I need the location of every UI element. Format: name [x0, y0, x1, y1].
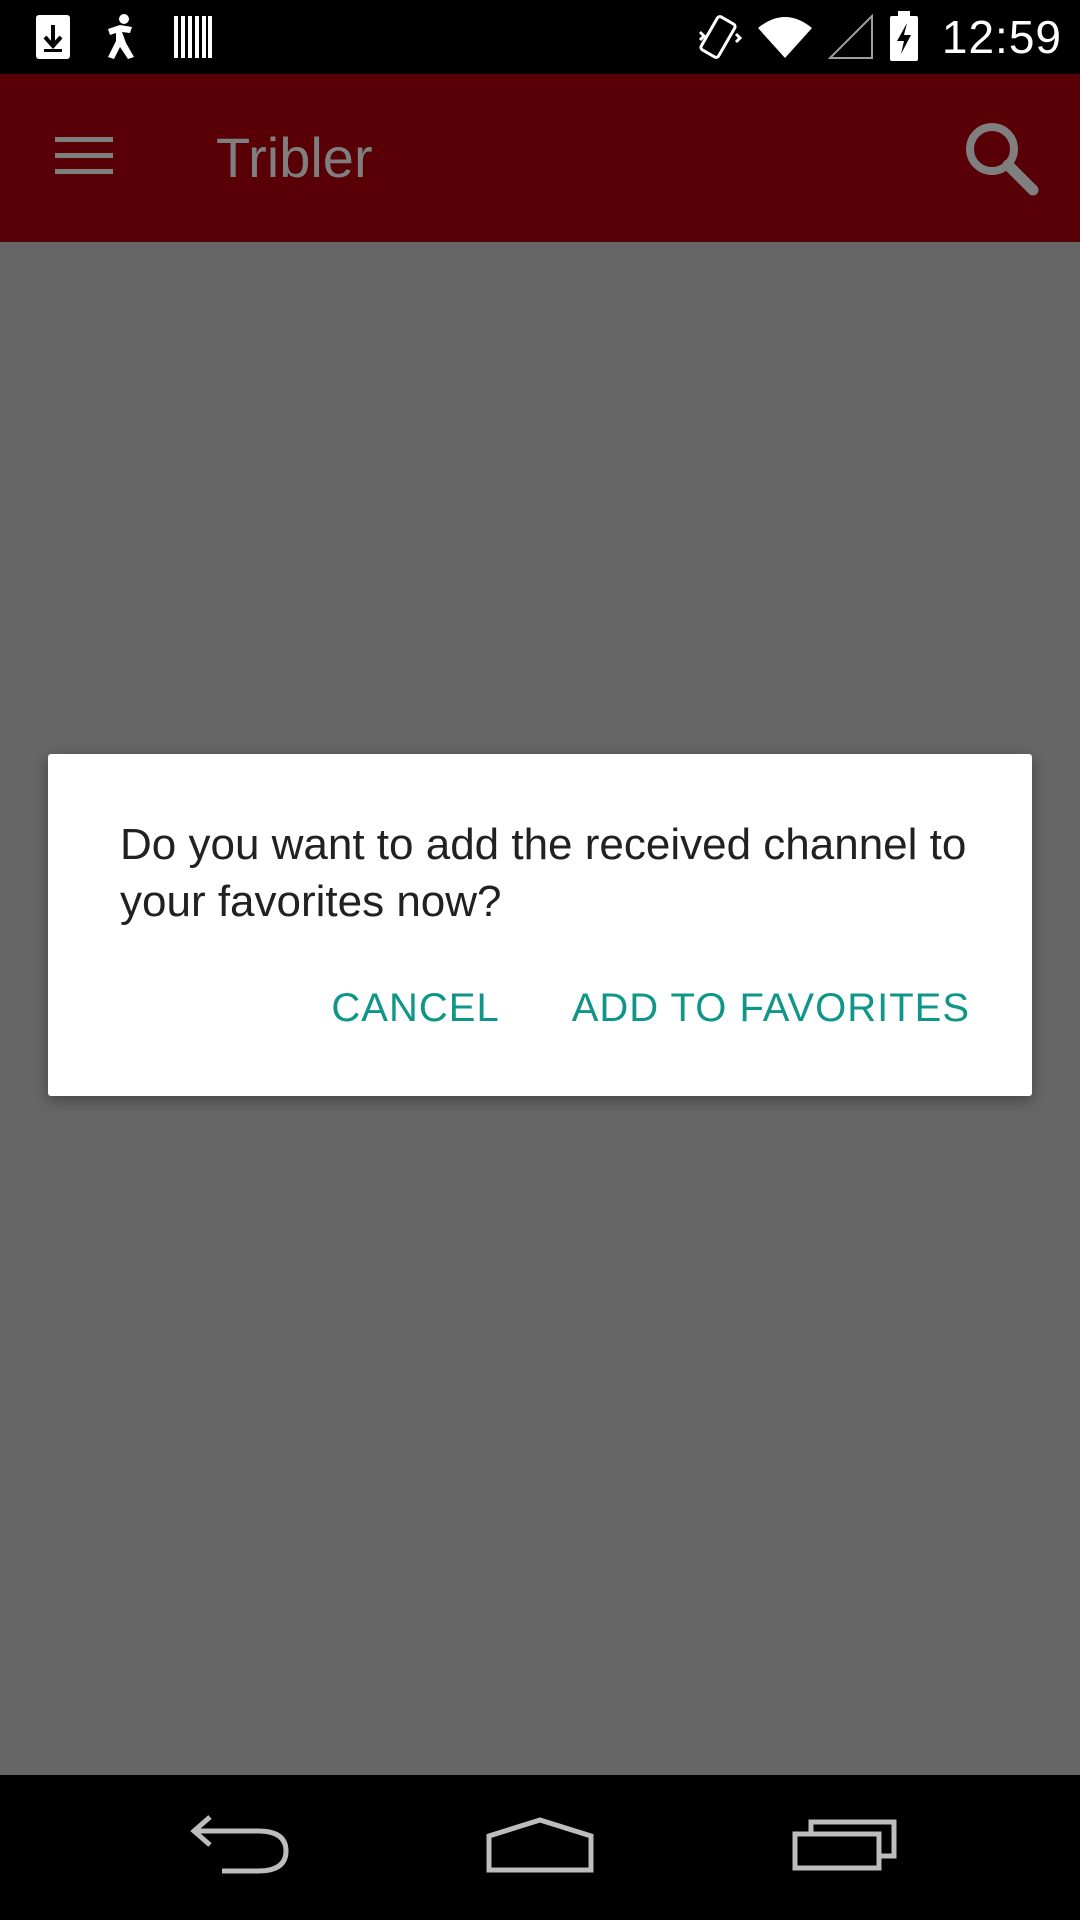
cancel-button[interactable]: CANCEL — [331, 980, 499, 1036]
battery-charging-icon — [888, 11, 920, 63]
dialog-actions: CANCEL ADD TO FAVORITES — [331, 980, 970, 1036]
vibrate-icon — [696, 12, 742, 62]
clock: 12:59 — [941, 11, 1062, 63]
home-icon — [485, 1816, 595, 1879]
wifi-icon — [756, 14, 814, 60]
recents-button[interactable] — [775, 1805, 915, 1889]
menu-icon — [55, 135, 113, 182]
screen: 12:59 Tribler Do you want to add the rec… — [0, 0, 1080, 1920]
app-title: Tribler — [216, 126, 373, 189]
dialog-message: Do you want to add the received channel … — [120, 820, 967, 926]
walking-person-icon — [104, 13, 140, 61]
back-icon — [188, 1814, 292, 1880]
signal-icon — [827, 14, 874, 60]
notification-icons — [34, 12, 214, 62]
menu-button[interactable] — [44, 122, 124, 194]
home-button[interactable] — [470, 1805, 610, 1889]
app-bar: Tribler — [0, 74, 1080, 242]
search-button[interactable] — [956, 118, 1046, 202]
add-to-favorites-button[interactable]: ADD TO FAVORITES — [572, 980, 970, 1036]
download-icon — [34, 13, 72, 61]
status-bar: 12:59 — [0, 0, 1080, 74]
recents-icon — [792, 1818, 898, 1877]
system-indicators: 12:59 — [696, 6, 1062, 68]
barcode-icon — [172, 14, 214, 60]
navigation-bar — [0, 1775, 1080, 1920]
back-button[interactable] — [170, 1805, 310, 1889]
add-favorite-dialog: Do you want to add the received channel … — [48, 754, 1032, 1096]
search-icon — [963, 120, 1039, 201]
